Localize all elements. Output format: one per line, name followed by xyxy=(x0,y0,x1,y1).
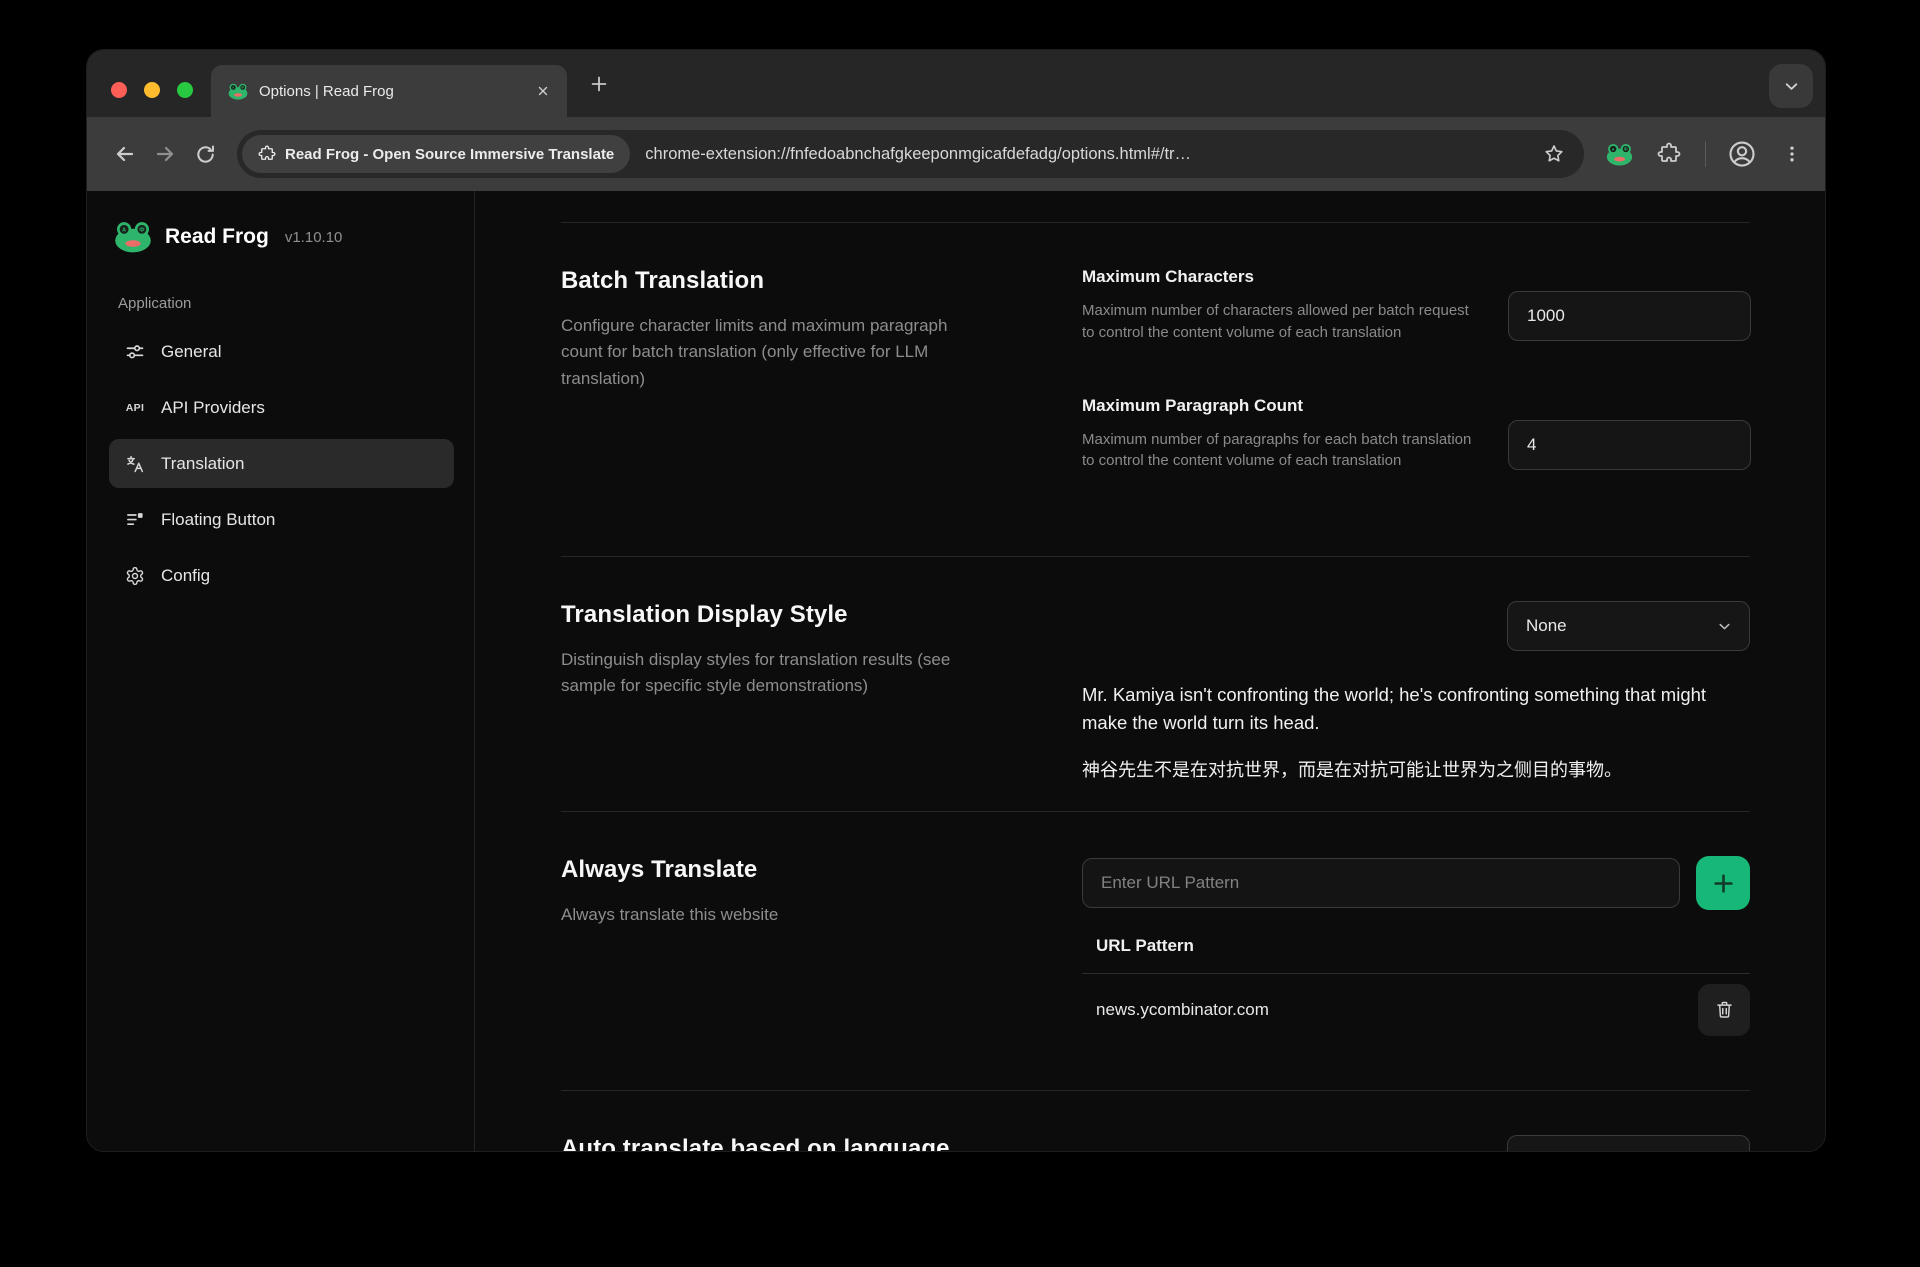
forward-button[interactable] xyxy=(145,134,185,174)
sidebar-item-translation[interactable]: Translation xyxy=(109,439,454,488)
field-description: Maximum number of paragraphs for each ba… xyxy=(1082,429,1482,473)
chevron-down-icon xyxy=(1716,1152,1733,1153)
sidebar-nav: General API API Providers Translation xyxy=(109,327,454,600)
url-pattern-table-header: URL Pattern xyxy=(1082,910,1750,974)
field-maximum-paragraph-count: Maximum Paragraph Count Maximum number o… xyxy=(1082,396,1751,473)
sidebar-item-label: Config xyxy=(161,566,210,586)
sidebar-item-floating-button[interactable]: Floating Button xyxy=(109,495,454,544)
app-version: v1.10.10 xyxy=(285,229,343,246)
url-pattern-input[interactable] xyxy=(1082,858,1680,908)
delete-url-pattern-button[interactable] xyxy=(1698,984,1750,1036)
sidebar-item-label: Translation xyxy=(161,454,244,474)
options-page: A 中 Read Frog v1.10.10 Application xyxy=(87,191,1825,1152)
tab-title: Options | Read Frog xyxy=(259,83,529,100)
svg-text:中: 中 xyxy=(241,85,244,89)
sample-translated-text: 神谷先生不是在对抗世界，而是在对抗可能让世界为之侧目的事物。 xyxy=(1082,757,1750,784)
svg-text:A: A xyxy=(1611,147,1614,151)
section-title: Translation Display Style xyxy=(561,601,991,629)
table-row: news.ycombinator.com xyxy=(1082,974,1750,1036)
sidebar-item-api-providers[interactable]: API API Providers xyxy=(109,383,454,432)
read-frog-extension-icon[interactable]: A 中 xyxy=(1602,137,1636,171)
address-bar[interactable]: Read Frog - Open Source Immersive Transl… xyxy=(237,130,1584,178)
plus-icon xyxy=(1710,870,1737,897)
section-always-translate: Always Translate Always translate this w… xyxy=(561,811,1750,1090)
browser-window: A 中 Options | Read Frog xyxy=(86,49,1826,1152)
svg-text:A: A xyxy=(232,85,234,89)
section-batch-translation: Batch Translation Configure character li… xyxy=(561,222,1750,556)
tab-search-button[interactable] xyxy=(1769,64,1813,108)
api-icon: API xyxy=(124,397,146,419)
section-title: Always Translate xyxy=(561,856,991,884)
display-style-selected-value: None xyxy=(1526,616,1567,636)
bookmark-star-icon[interactable] xyxy=(1539,139,1569,169)
sidebar-item-label: Floating Button xyxy=(161,510,275,530)
section-title: Auto translate based on language xyxy=(561,1135,991,1152)
display-style-select[interactable]: None xyxy=(1507,601,1750,651)
minimize-window-button[interactable] xyxy=(144,82,160,98)
sidebar: A 中 Read Frog v1.10.10 Application xyxy=(87,191,475,1152)
floating-button-icon xyxy=(124,509,146,531)
sidebar-item-config[interactable]: Config xyxy=(109,551,454,600)
profile-avatar-icon[interactable] xyxy=(1725,137,1759,171)
translate-icon xyxy=(124,453,146,475)
back-button[interactable] xyxy=(105,134,145,174)
section-auto-translate: Auto translate based on language Select … xyxy=(561,1090,1750,1152)
add-url-pattern-button[interactable] xyxy=(1696,856,1750,910)
reload-button[interactable] xyxy=(185,134,225,174)
field-label: Maximum Characters xyxy=(1082,267,1482,287)
sidebar-section-label: Application xyxy=(118,295,454,312)
extension-puzzle-icon xyxy=(258,145,276,163)
language-select-placeholder: Select language xyxy=(1526,1150,1648,1152)
close-window-button[interactable] xyxy=(111,82,127,98)
sidebar-item-general[interactable]: General xyxy=(109,327,454,376)
toolbar-right-cluster: A 中 xyxy=(1602,137,1809,171)
section-description: Configure character limits and maximum p… xyxy=(561,313,991,392)
sample-original-text: Mr. Kamiya isn't confronting the world; … xyxy=(1082,681,1750,737)
trash-icon xyxy=(1714,999,1735,1020)
section-translation-display-style: Translation Display Style Distinguish di… xyxy=(561,556,1750,811)
browser-tab[interactable]: A 中 Options | Read Frog xyxy=(211,65,567,117)
field-maximum-characters: Maximum Characters Maximum number of cha… xyxy=(1082,267,1751,344)
maximum-characters-input[interactable] xyxy=(1508,291,1751,341)
site-info-chip[interactable]: Read Frog - Open Source Immersive Transl… xyxy=(242,135,630,173)
field-description: Maximum number of characters allowed per… xyxy=(1082,300,1482,344)
section-title: Batch Translation xyxy=(561,267,991,295)
settings-main: Batch Translation Configure character li… xyxy=(475,191,1825,1152)
gear-icon xyxy=(124,565,146,587)
window-controls xyxy=(111,82,193,98)
app-logo: A 中 Read Frog v1.10.10 xyxy=(109,221,454,253)
chevron-down-icon xyxy=(1716,618,1733,635)
sidebar-item-label: API Providers xyxy=(161,398,265,418)
section-description: Always translate this website xyxy=(561,902,991,928)
auto-translate-language-select[interactable]: Select language xyxy=(1507,1135,1750,1152)
tab-close-icon[interactable] xyxy=(529,77,557,105)
url-pattern-value: news.ycombinator.com xyxy=(1096,1000,1269,1020)
new-tab-button[interactable] xyxy=(581,66,617,102)
frog-logo-icon: A 中 xyxy=(114,221,152,253)
sidebar-item-label: General xyxy=(161,342,221,362)
svg-text:A: A xyxy=(122,227,126,233)
site-chip-label: Read Frog - Open Source Immersive Transl… xyxy=(285,146,614,163)
field-label: Maximum Paragraph Count xyxy=(1082,396,1482,416)
browser-toolbar: Read Frog - Open Source Immersive Transl… xyxy=(87,117,1825,191)
zoom-window-button[interactable] xyxy=(177,82,193,98)
toolbar-divider xyxy=(1705,141,1706,167)
app-name: Read Frog xyxy=(165,225,269,249)
sliders-icon xyxy=(124,341,146,363)
maximum-paragraph-count-input[interactable] xyxy=(1508,420,1751,470)
extensions-puzzle-icon[interactable] xyxy=(1652,137,1686,171)
svg-text:中: 中 xyxy=(1623,146,1627,151)
url-text[interactable]: chrome-extension://fnfedoabnchafgkeeponm… xyxy=(645,145,1539,164)
tab-strip: A 中 Options | Read Frog xyxy=(87,50,1825,117)
browser-menu-kebab-icon[interactable] xyxy=(1775,137,1809,171)
frog-favicon-icon: A 中 xyxy=(228,83,248,100)
section-description: Distinguish display styles for translati… xyxy=(561,647,991,700)
